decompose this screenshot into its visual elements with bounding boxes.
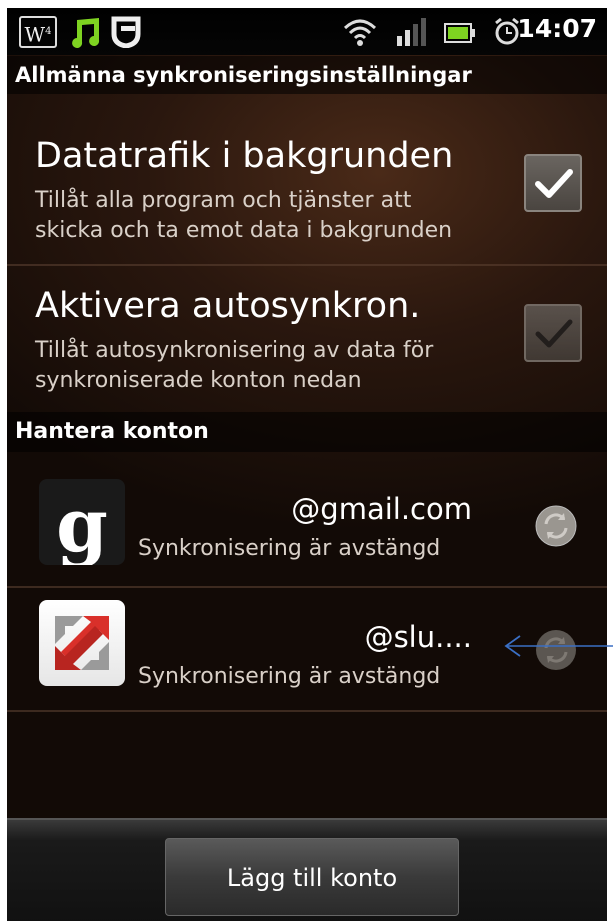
wifi-icon — [342, 16, 378, 52]
divider — [7, 710, 607, 712]
music-note-icon — [69, 16, 103, 52]
account-row-gmail[interactable]: g @gmail.com Synkronisering är avstängd — [7, 468, 607, 588]
phone-screen: W4 14:07 Allmänna synkroniseringsinställ… — [7, 8, 607, 921]
setting-description: Tillåt autosynkronisering av data för sy… — [35, 338, 434, 393]
shield-icon — [111, 16, 141, 52]
annotation-arrow-icon — [504, 635, 613, 657]
battery-icon — [443, 16, 477, 52]
account-name: @slu.... — [364, 620, 472, 654]
background-data-setting[interactable]: Datatrafik i bakgrunden Tillåt alla prog… — [7, 94, 607, 264]
background-data-checkbox[interactable] — [524, 154, 582, 212]
account-name: @gmail.com — [291, 492, 472, 526]
auto-sync-setting[interactable]: Aktivera autosynkron. Tillåt autosynkron… — [7, 266, 607, 412]
account-sync-status: Synkronisering är avstängd — [138, 664, 441, 689]
sync-icon[interactable] — [534, 504, 578, 548]
add-account-button[interactable]: Lägg till konto — [165, 838, 459, 916]
setting-title: Datatrafik i bakgrunden — [35, 136, 454, 176]
account-sync-status: Synkronisering är avstängd — [138, 536, 441, 561]
w-app-icon: W4 — [19, 16, 57, 48]
manage-accounts-header: Hantera konton — [7, 412, 607, 452]
signal-icon — [395, 16, 429, 52]
exchange-icon — [39, 600, 125, 686]
setting-title: Aktivera autosynkron. — [35, 286, 421, 326]
general-sync-settings-header: Allmänna synkroniseringsinställningar — [7, 56, 607, 94]
clock-time: 14:07 — [517, 14, 597, 43]
bottom-bar: Lägg till konto — [7, 818, 607, 921]
google-icon: g — [39, 479, 125, 569]
setting-description: Tillåt alla program och tjänster att ski… — [35, 188, 453, 243]
status-bar: W4 14:07 — [7, 8, 607, 55]
auto-sync-checkbox[interactable] — [524, 304, 582, 362]
svg-text:g: g — [56, 483, 108, 565]
